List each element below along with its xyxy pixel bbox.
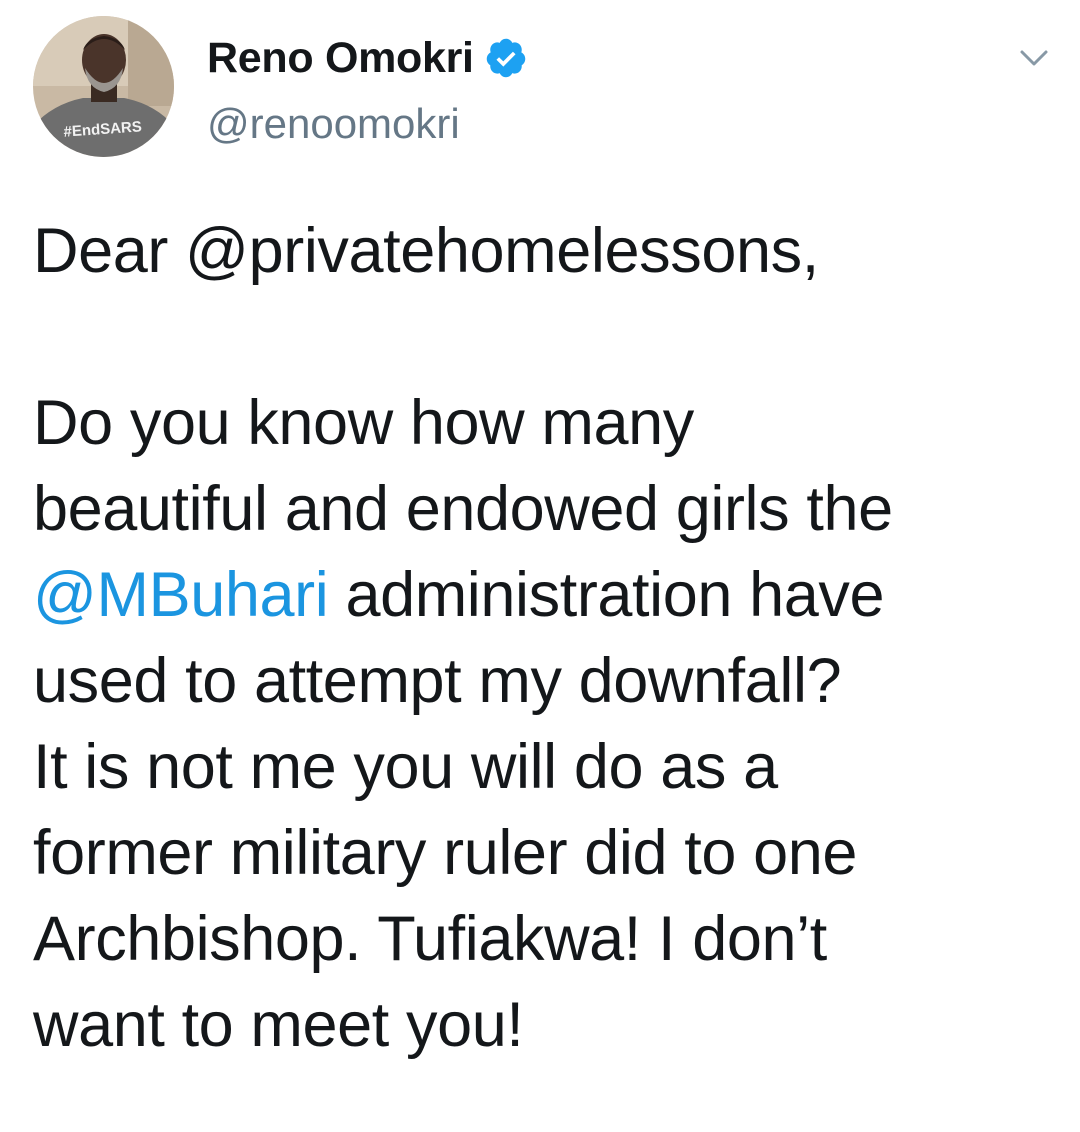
author-handle[interactable]: @renoomokri <box>207 100 460 148</box>
tweet-card: #EndSARS Reno Omokri @renoomokri Dear @p… <box>0 0 1080 1132</box>
tweet-line: Do you know how many <box>33 388 694 458</box>
avatar-image: #EndSARS <box>33 16 174 157</box>
mention-link[interactable]: @MBuhari <box>33 560 329 630</box>
avatar[interactable]: #EndSARS <box>33 16 174 157</box>
verified-badge-icon <box>484 36 528 80</box>
tweet-line: want to meet you! <box>33 990 524 1060</box>
tweet-line: former military ruler did to one <box>33 818 857 888</box>
chevron-down-icon[interactable] <box>1014 40 1054 76</box>
tweet-line: beautiful and endowed girls the <box>33 474 893 544</box>
tweet-line: @MBuhari administration have <box>33 552 1043 638</box>
tweet-line: Dear @privatehomelessons, <box>33 216 819 286</box>
author-name-row: Reno Omokri <box>207 30 528 86</box>
tweet-line: Archbishop. Tufiakwa! I don’t <box>33 904 827 974</box>
tweet-line: It is not me you will do as a <box>33 732 778 802</box>
tweet-line-rest: administration have <box>328 560 885 630</box>
display-name[interactable]: Reno Omokri <box>207 34 474 83</box>
tweet-text: Dear @privatehomelessons, Do you know ho… <box>33 208 1043 1068</box>
tweet-line: used to attempt my downfall? <box>33 646 842 716</box>
